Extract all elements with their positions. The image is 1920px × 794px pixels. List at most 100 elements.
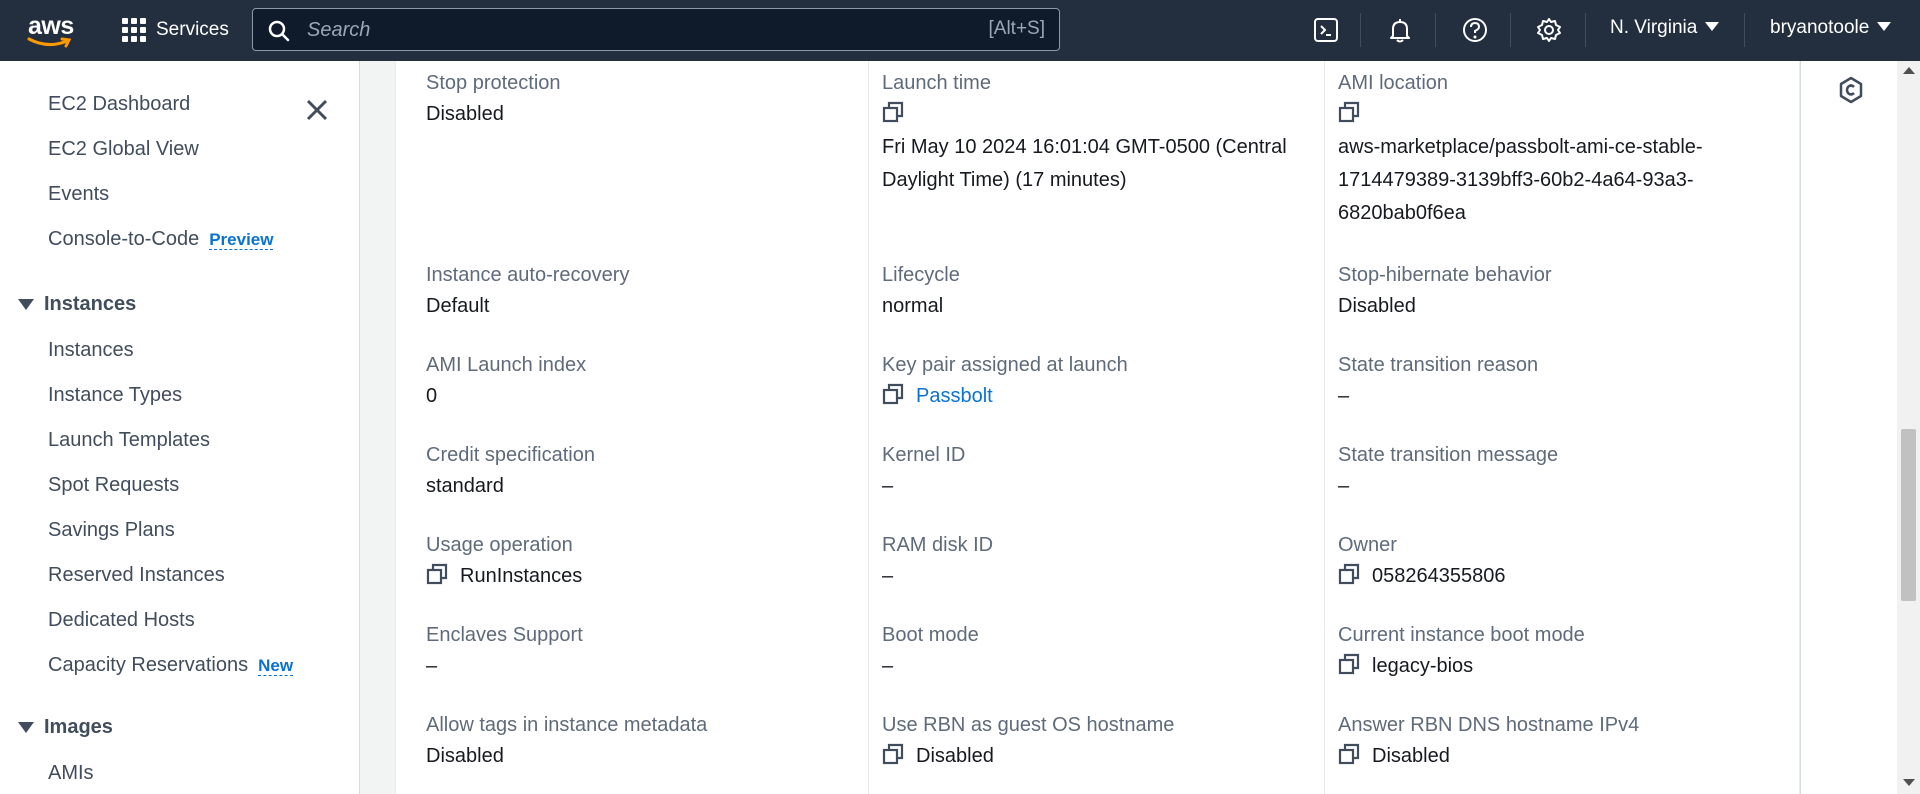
sidebar-item-reserved-instances[interactable]: Reserved Instances	[48, 564, 225, 587]
sidebar-item-spot-requests[interactable]: Spot Requests	[48, 474, 179, 497]
field-state-transition-reason: State transition reason –	[1338, 353, 1778, 413]
scroll-thumb[interactable]	[1901, 429, 1916, 601]
field-label: State transition reason	[1338, 354, 1539, 376]
sidebar-item-label: Instances	[48, 339, 134, 361]
field-label: RAM disk ID	[882, 534, 994, 556]
field-value: –	[1338, 385, 1350, 407]
sidebar-item-savings-plans[interactable]: Savings Plans	[48, 519, 175, 542]
caret-down-icon	[18, 722, 34, 733]
help-icon[interactable]	[1460, 15, 1490, 45]
field-ami-location: AMI location aws-marketplace/passbolt-am…	[1338, 71, 1778, 230]
field-value: RunInstances	[460, 565, 583, 587]
field-value: Default	[426, 295, 490, 317]
field-label: Stop protection	[426, 72, 561, 94]
sidebar-item-label: Spot Requests	[48, 474, 180, 496]
field-ram-disk-id: RAM disk ID –	[882, 533, 1322, 593]
copy-icon[interactable]	[882, 383, 904, 405]
copy-icon[interactable]	[1338, 743, 1360, 765]
copy-icon[interactable]	[882, 743, 904, 765]
field-label: AMI Launch index	[426, 354, 587, 376]
sidebar-item-ec2-global-view[interactable]: EC2 Global View	[48, 138, 199, 161]
field-label: Owner	[1338, 534, 1397, 556]
field-owner: Owner 058264355806	[1338, 533, 1778, 593]
field-value: Fri May 10 2024 16:01:04 GMT-0500 (Centr…	[882, 136, 1287, 158]
settings-gear-icon[interactable]	[1534, 15, 1564, 45]
sidebar-item-label: Launch Templates	[48, 429, 210, 451]
account-menu[interactable]: bryanotoole	[1770, 17, 1892, 39]
field-label: Launch time	[882, 72, 991, 94]
caret-down-icon	[1705, 22, 1720, 31]
copy-icon[interactable]	[882, 101, 904, 123]
services-menu-button[interactable]: Services	[122, 15, 229, 45]
field-value: standard	[426, 475, 504, 497]
sidebar-item-label: Savings Plans	[48, 519, 175, 541]
field-enclaves-support: Enclaves Support –	[426, 623, 866, 683]
section-label: Instances	[44, 293, 137, 315]
sidebar-section-images[interactable]: Images	[18, 716, 113, 739]
field-value: Disabled	[426, 745, 504, 767]
field-label: Allow tags in instance metadata	[426, 714, 708, 736]
field-label: Key pair assigned at launch	[882, 354, 1128, 376]
field-value: 058264355806	[1372, 565, 1506, 587]
copy-icon[interactable]	[426, 563, 448, 585]
field-value: –	[1338, 475, 1350, 497]
field-value: Disabled	[426, 103, 504, 125]
search-bar[interactable]: [Alt+S]	[252, 8, 1060, 51]
field-label: Answer RBN DNS hostname IPv4	[1338, 714, 1640, 736]
notifications-bell-icon[interactable]	[1385, 15, 1415, 45]
sidebar-item-events[interactable]: Events	[48, 183, 109, 206]
field-current-boot-mode: Current instance boot mode legacy-bios	[1338, 623, 1778, 683]
field-boot-mode: Boot mode –	[882, 623, 1322, 683]
close-icon[interactable]	[302, 95, 332, 125]
field-ami-launch-index: AMI Launch index 0	[426, 353, 866, 413]
sidebar-item-dedicated-hosts[interactable]: Dedicated Hosts	[48, 609, 195, 632]
field-value: Disabled	[1372, 745, 1450, 767]
field-value: legacy-bios	[1372, 655, 1474, 677]
field-key-pair: Key pair assigned at launch Passbolt	[882, 353, 1322, 413]
field-value: Disabled	[1338, 295, 1416, 317]
sidebar-item-console-to-code[interactable]: Console-to-Code Preview	[48, 228, 274, 251]
top-navigation: aws Services [Alt+S] N. Virginia bryanot…	[0, 0, 1920, 61]
scrollbar[interactable]	[1897, 61, 1920, 794]
cloudshell-icon[interactable]	[1311, 15, 1341, 45]
field-stop-hibernate-behavior: Stop-hibernate behavior Disabled	[1338, 263, 1778, 323]
preview-badge: Preview	[209, 230, 274, 250]
cloudshell-hex-icon[interactable]	[1837, 76, 1865, 104]
field-label: Lifecycle	[882, 264, 960, 286]
sidebar-section-instances[interactable]: Instances	[18, 293, 136, 316]
copy-icon[interactable]	[1338, 101, 1360, 123]
field-value: aws-marketplace/passbolt-ami-ce-stable-	[1338, 136, 1703, 158]
section-label: Images	[44, 716, 113, 738]
search-icon	[268, 20, 290, 42]
key-pair-link[interactable]: Passbolt	[916, 385, 993, 407]
sidebar-item-capacity-reservations[interactable]: Capacity Reservations New	[48, 654, 294, 677]
field-label: Current instance boot mode	[1338, 624, 1585, 646]
search-shortcut-hint: [Alt+S]	[988, 18, 1046, 39]
field-allow-tags-in-metadata: Allow tags in instance metadata Disabled	[426, 713, 866, 773]
sidebar-item-label: Dedicated Hosts	[48, 609, 195, 631]
field-label: Kernel ID	[882, 444, 966, 466]
field-label: Credit specification	[426, 444, 595, 466]
copy-icon[interactable]	[1338, 653, 1360, 675]
field-lifecycle: Lifecycle normal	[882, 263, 1322, 323]
scroll-down-arrow-icon[interactable]	[1903, 779, 1915, 786]
copy-icon[interactable]	[1338, 563, 1360, 585]
field-instance-auto-recovery: Instance auto-recovery Default	[426, 263, 866, 323]
field-label: AMI location	[1338, 72, 1449, 94]
grid-icon	[122, 18, 146, 42]
sidebar-item-instances[interactable]: Instances	[48, 339, 134, 362]
sidebar-item-ec2-dashboard[interactable]: EC2 Dashboard	[48, 93, 190, 116]
sidebar-item-instance-types[interactable]: Instance Types	[48, 384, 182, 407]
sidebar: EC2 Dashboard EC2 Global View Events Con…	[0, 61, 360, 794]
sidebar-item-launch-templates[interactable]: Launch Templates	[48, 429, 210, 452]
field-label: Boot mode	[882, 624, 979, 646]
sidebar-item-amis[interactable]: AMIs	[48, 762, 94, 785]
aws-logo[interactable]: aws	[26, 12, 74, 48]
sidebar-item-label: EC2 Global View	[48, 138, 199, 160]
region-selector[interactable]: N. Virginia	[1610, 17, 1720, 39]
field-value: Disabled	[916, 745, 994, 767]
scroll-up-arrow-icon[interactable]	[1903, 67, 1915, 74]
search-input[interactable]	[305, 13, 909, 48]
sidebar-item-label: Instance Types	[48, 384, 183, 406]
field-label: Stop-hibernate behavior	[1338, 264, 1552, 286]
